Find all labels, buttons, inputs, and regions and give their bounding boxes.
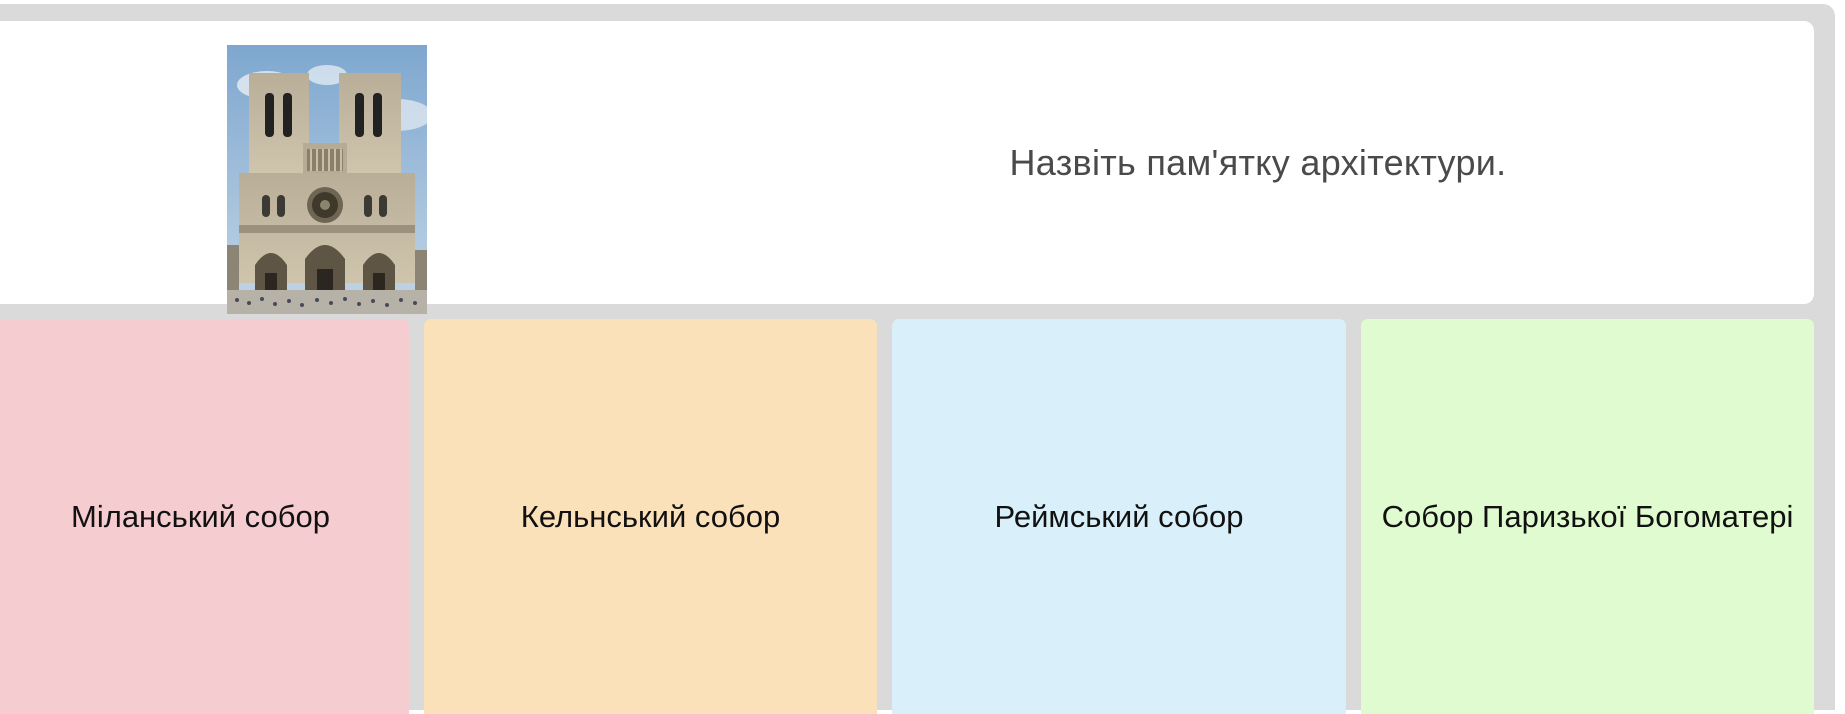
answer-option-3[interactable]: Реймський собор	[892, 319, 1346, 714]
answer-label: Реймський собор	[994, 498, 1244, 534]
question-card: Назвіть пам'ятку архітектури.	[0, 21, 1814, 314]
answer-option-4[interactable]: Собор Паризької Богоматері	[1361, 319, 1814, 714]
answer-label: Міланський собор	[71, 498, 330, 534]
question-image	[227, 45, 427, 314]
answer-label: Собор Паризької Богоматері	[1381, 498, 1794, 534]
answer-option-2[interactable]: Кельнський собор	[424, 319, 877, 714]
answer-label: Кельнський собор	[520, 498, 781, 534]
quiz-frame: Назвіть пам'ятку архітектури. Міланський…	[0, 4, 1835, 714]
answer-option-1[interactable]: Міланський собор	[0, 319, 409, 714]
question-text: Назвіть пам'ятку архітектури.	[1009, 141, 1507, 183]
